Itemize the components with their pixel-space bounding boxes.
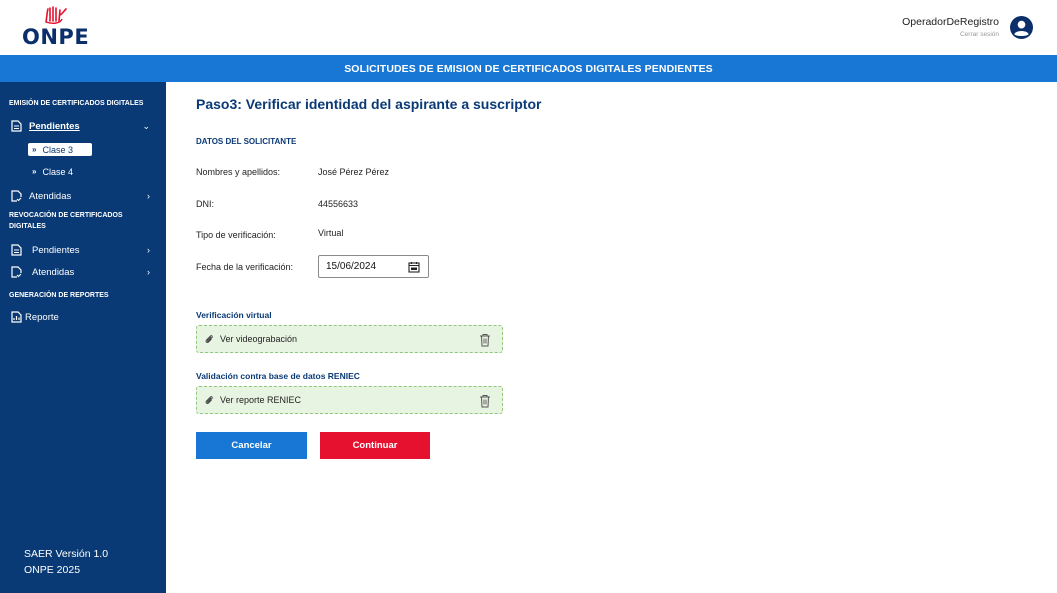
paperclip-icon	[204, 395, 214, 405]
verification-type-value: Virtual	[318, 228, 344, 238]
reniec-validation-heading: Validación contra base de datos RENIEC	[196, 371, 360, 381]
date-value: 15/06/2024	[326, 261, 377, 272]
version-text: SAER Versión 1.0	[24, 548, 109, 560]
reniec-link[interactable]: Ver reporte RENIEC	[220, 395, 301, 405]
video-link[interactable]: Ver videograbación	[220, 334, 297, 344]
org-text: ONPE 2025	[24, 564, 81, 576]
sidebar-item-label: Pendientes	[29, 120, 80, 132]
sidebar-subitem-label: Clase 4	[42, 166, 73, 177]
sidebar-item-reporte[interactable]: Reporte	[9, 309, 159, 325]
reniec-attachment[interactable]: Ver reporte RENIEC	[196, 386, 503, 414]
document-check-icon	[9, 189, 23, 203]
report-icon	[9, 310, 23, 324]
page-title: Paso3: Verificar identidad del aspirante…	[196, 96, 542, 112]
sidebar-item-pendientes-emision[interactable]: Pendientes ⌄	[9, 118, 159, 134]
double-chevron-right-icon: »	[32, 167, 37, 176]
name-label: Nombres y apellidos:	[196, 167, 281, 177]
sidebar-subitem-label: Clase 3	[42, 144, 73, 155]
trash-icon[interactable]	[479, 394, 491, 408]
top-header: ONPE OperadorDeRegistro Cerrar sesión	[0, 0, 1057, 55]
chevron-right-icon: ›	[147, 191, 150, 201]
sidebar-item-label: Reporte	[25, 311, 59, 323]
sidebar-footer: SAER Versión 1.0 ONPE 2025	[24, 546, 108, 578]
document-check-icon	[9, 265, 23, 279]
verification-type-label: Tipo de verificación:	[196, 230, 276, 240]
cancel-button[interactable]: Cancelar	[196, 432, 307, 459]
user-box: OperadorDeRegistro Cerrar sesión	[902, 16, 999, 38]
dni-value: 44556633	[318, 199, 359, 209]
sidebar-subitem-clase4[interactable]: » Clase 4	[28, 165, 92, 178]
user-name: OperadorDeRegistro	[902, 16, 999, 28]
onpe-logo: ONPE	[22, 6, 92, 50]
logo-text: ONPE	[22, 25, 90, 49]
applicant-section-title: DATOS DEL SOLICITANTE	[196, 137, 297, 146]
verification-date-label: Fecha de la verificación:	[196, 262, 294, 272]
double-chevron-right-icon: »	[32, 145, 37, 154]
continue-button[interactable]: Continuar	[320, 432, 430, 459]
virtual-verification-heading: Verificación virtual	[196, 310, 272, 320]
name-value: José Pérez Pérez	[318, 167, 390, 177]
sidebar-item-atendidas-revocacion[interactable]: Atendidas ›	[9, 264, 159, 280]
sidebar-item-label: Atendidas	[29, 190, 72, 202]
trash-icon[interactable]	[479, 333, 491, 347]
sidebar-item-atendidas-emision[interactable]: Atendidas ›	[9, 188, 159, 204]
section-emision-title: EMISIÓN DE CERTIFICADOS DIGITALES	[9, 100, 144, 107]
document-icon	[9, 243, 23, 257]
sidebar-item-label: Pendientes	[32, 244, 80, 256]
calendar-icon[interactable]	[408, 261, 420, 273]
section-reportes-title: GENERACIÓN DE REPORTES	[9, 292, 109, 299]
sidebar-item-pendientes-revocacion[interactable]: Pendientes ›	[9, 242, 159, 258]
paperclip-icon	[204, 334, 214, 344]
sidebar: EMISIÓN DE CERTIFICADOS DIGITALES Pendie…	[0, 82, 166, 593]
logout-link[interactable]: Cerrar sesión	[902, 31, 999, 38]
user-avatar-icon[interactable]	[1010, 16, 1033, 39]
sidebar-subitem-clase3[interactable]: » Clase 3	[28, 143, 92, 156]
page-banner: SOLICITUDES DE EMISION DE CERTIFICADOS D…	[0, 55, 1057, 82]
document-icon	[9, 119, 23, 133]
chevron-right-icon: ›	[147, 267, 150, 277]
video-attachment[interactable]: Ver videograbación	[196, 325, 503, 353]
chevron-down-icon: ⌄	[142, 120, 150, 131]
dni-label: DNI:	[196, 199, 214, 209]
chevron-right-icon: ›	[147, 245, 150, 255]
hand-vote-icon	[45, 6, 67, 24]
verification-date-input[interactable]: 15/06/2024	[318, 255, 429, 278]
section-revocacion-title: REVOCACIÓN DE CERTIFICADOS DIGITALES	[9, 212, 123, 230]
sidebar-item-label: Atendidas	[32, 266, 75, 278]
